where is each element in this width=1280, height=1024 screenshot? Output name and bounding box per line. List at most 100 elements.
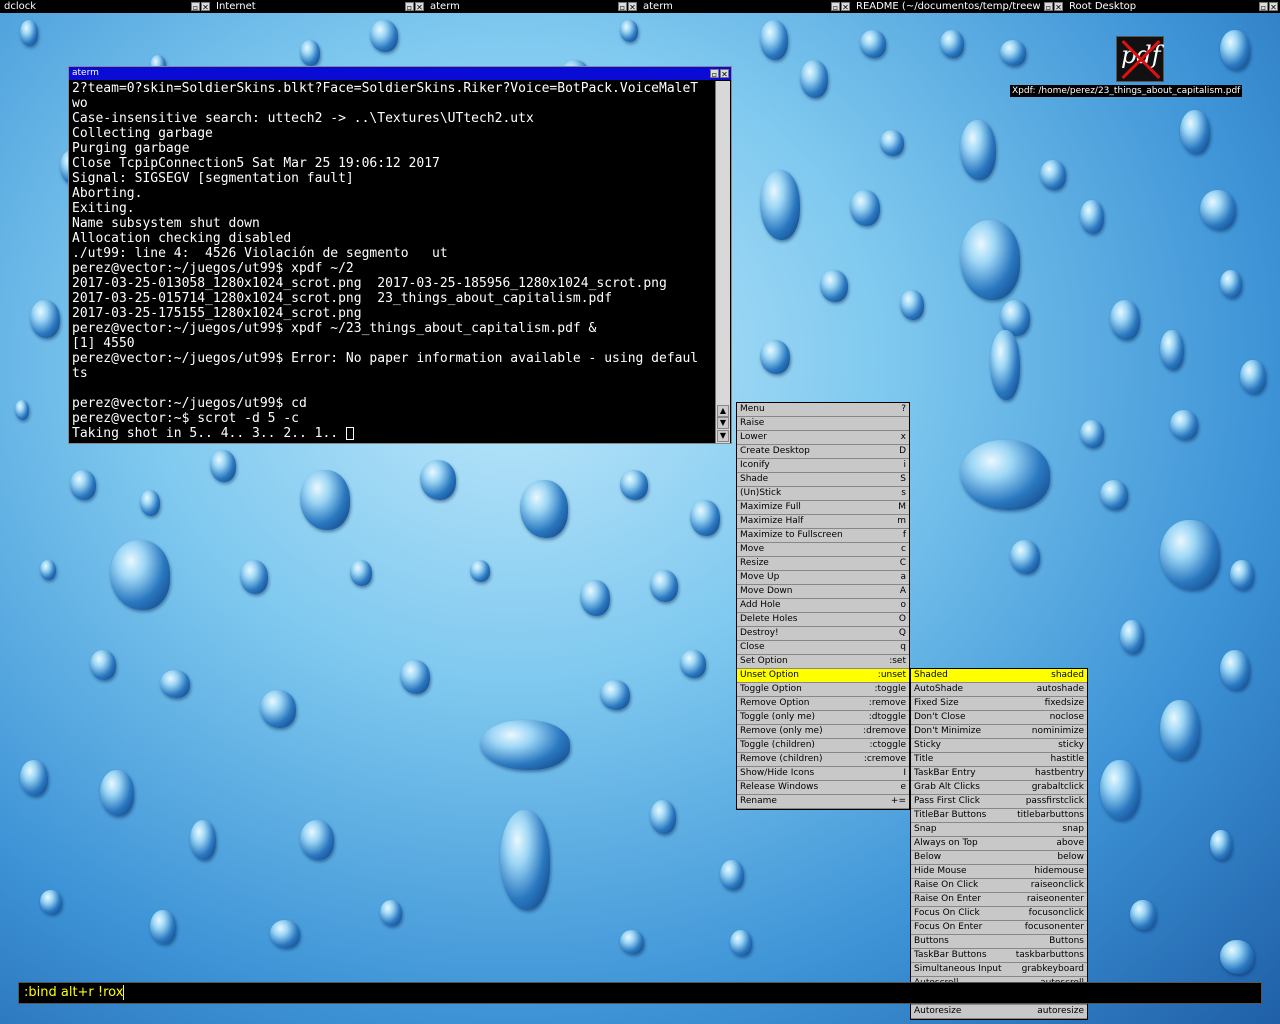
menu-item[interactable]: Release Windows e: [737, 781, 909, 795]
menu-item[interactable]: Toggle Option:toggle: [737, 683, 909, 697]
taskbar-item[interactable]: aterm ▫ ✕: [639, 0, 852, 13]
menu-item[interactable]: Snap snap: [911, 823, 1087, 837]
menu-item[interactable]: Move Up a: [737, 571, 909, 585]
menu-item[interactable]: Delete Holes O: [737, 613, 909, 627]
menu-item[interactable]: Remove (only me):dremove: [737, 725, 909, 739]
close-button[interactable]: ✕: [1054, 2, 1063, 12]
taskbar-item[interactable]: dclock ▫ ✕: [0, 0, 212, 13]
menu-item[interactable]: Pass First Click passfirstclick: [911, 795, 1087, 809]
minimize-button[interactable]: ▫: [1044, 2, 1053, 12]
menu-item[interactable]: Maximize Full M: [737, 501, 909, 515]
menu-item-label: Iconify: [740, 460, 770, 470]
menu-item-label: Toggle (only me): [740, 712, 816, 722]
menu-item[interactable]: Autoresize autoresize: [911, 1005, 1087, 1019]
terminal-titlebar[interactable]: aterm ▫ ✕: [69, 67, 731, 80]
menu-item[interactable]: Toggle (only me):dtoggle: [737, 711, 909, 725]
menu-item[interactable]: Close q: [737, 641, 909, 655]
menu-item[interactable]: Focus On Click focusonclick: [911, 907, 1087, 921]
close-button[interactable]: ✕: [720, 69, 729, 79]
menu-item[interactable]: Raise On Click raiseonclick: [911, 879, 1087, 893]
terminal-output[interactable]: 2?team=0?skin=SoldierSkins.blkt?Face=Sol…: [72, 81, 714, 443]
menu-item[interactable]: Toggle (children):ctoggle: [737, 739, 909, 753]
terminal-scrollbar[interactable]: ▲ ▼ ▼: [715, 81, 730, 443]
menu-item[interactable]: Fixed Size fixedsize: [911, 697, 1087, 711]
menu-item[interactable]: Don't Close noclose: [911, 711, 1087, 725]
menu-item[interactable]: Menu?: [737, 403, 909, 417]
command-input[interactable]: :bind alt+r !rox: [18, 982, 1262, 1004]
menu-item-label: Resize: [740, 558, 769, 568]
close-button[interactable]: ✕: [415, 2, 424, 12]
close-button[interactable]: ✕: [841, 2, 850, 12]
menu-item-shortcut: autoshade: [1036, 684, 1084, 694]
menu-item[interactable]: Unset Option:unset: [737, 669, 909, 683]
menu-item[interactable]: Add Hole o: [737, 599, 909, 613]
minimize-button[interactable]: ▫: [405, 2, 414, 12]
close-button[interactable]: ✕: [1269, 2, 1278, 12]
menu-item[interactable]: Shade S: [737, 473, 909, 487]
menu-item[interactable]: (Un)Stick s: [737, 487, 909, 501]
menu-item[interactable]: Resize C: [737, 557, 909, 571]
close-button[interactable]: ✕: [628, 2, 637, 12]
pdf-icon[interactable]: pdf: [1116, 36, 1164, 82]
terminal-line: Aborting.: [72, 186, 714, 201]
menu-item-label: Toggle Option: [740, 684, 802, 694]
close-button[interactable]: ✕: [201, 2, 210, 12]
minimize-button[interactable]: ▫: [710, 69, 719, 79]
scroll-up-icon[interactable]: ▲: [717, 405, 729, 417]
taskbar-item[interactable]: README (~/documentos/temp/treew ▫ ✕: [852, 0, 1065, 13]
terminal-line: ./ut99: line 4: 4526 Violación de segmen…: [72, 246, 714, 261]
menu-item[interactable]: Grab Alt Clicks grabaltclick: [911, 781, 1087, 795]
menu-item[interactable]: Shaded shaded: [911, 669, 1087, 683]
menu-item[interactable]: Maximize to Fullscreen f: [737, 529, 909, 543]
taskbar-item[interactable]: aterm ▫ ✕: [426, 0, 639, 13]
scroll-bottom-icon[interactable]: ▼: [717, 430, 729, 442]
menu-item-label: Always on Top: [914, 838, 978, 848]
minimize-button[interactable]: ▫: [1259, 2, 1268, 12]
menu-item[interactable]: Focus On Enter focusonenter: [911, 921, 1087, 935]
scroll-down-icon[interactable]: ▼: [717, 417, 729, 429]
menu-item[interactable]: Sticky sticky: [911, 739, 1087, 753]
menu-item[interactable]: Create Desktop D: [737, 445, 909, 459]
menu-item-label: Pass First Click: [914, 796, 981, 806]
minimize-button[interactable]: ▫: [831, 2, 840, 12]
terminal-line-text: 2017-03-25-013058_1280x1024_scrot.png 20…: [72, 276, 667, 291]
menu-item[interactable]: Show/Hide Icons I: [737, 767, 909, 781]
taskbar-item[interactable]: Internet ▫ ✕: [212, 0, 426, 13]
menu-item[interactable]: Buttons Buttons: [911, 935, 1087, 949]
menu-item[interactable]: Below below: [911, 851, 1087, 865]
menu-item[interactable]: Lower x: [737, 431, 909, 445]
menu-item[interactable]: Title hastitle: [911, 753, 1087, 767]
menu-item[interactable]: Move Down A: [737, 585, 909, 599]
pdf-icon-label[interactable]: Xpdf: /home/perez/23_things_about_capita…: [1010, 85, 1243, 97]
menu-item[interactable]: AutoShade autoshade: [911, 683, 1087, 697]
menu-item[interactable]: Simultaneous Input grabkeyboard: [911, 963, 1087, 977]
menu-item[interactable]: TaskBar Entry hastbentry: [911, 767, 1087, 781]
water-drop: [20, 20, 38, 46]
water-drop: [40, 890, 62, 914]
menu-item[interactable]: Destroy! Q: [737, 627, 909, 641]
terminal-window[interactable]: aterm ▫ ✕ 2?team=0?skin=SoldierSkins.blk…: [68, 66, 732, 444]
terminal-line-text: Taking shot in 5.. 4.. 3.. 2.. 1..: [72, 426, 346, 441]
menu-item[interactable]: Raise On Enter raiseonenter: [911, 893, 1087, 907]
menu-item[interactable]: Don't Minimize nominimize: [911, 725, 1087, 739]
menu-item[interactable]: Set Option:set: [737, 655, 909, 669]
menu-item[interactable]: Move c: [737, 543, 909, 557]
menu-item[interactable]: TaskBar Buttons taskbarbuttons: [911, 949, 1087, 963]
menu-item[interactable]: Always on Top above: [911, 837, 1087, 851]
menu-item[interactable]: Maximize Half m: [737, 515, 909, 529]
menu-item[interactable]: Iconify i: [737, 459, 909, 473]
menu-item[interactable]: TitleBar Buttons titlebarbuttons: [911, 809, 1087, 823]
minimize-button[interactable]: ▫: [618, 2, 627, 12]
menu-item[interactable]: Remove Option:remove: [737, 697, 909, 711]
minimize-button[interactable]: ▫: [191, 2, 200, 12]
water-drop: [690, 500, 720, 536]
menu-item[interactable]: Remove (children):cremove: [737, 753, 909, 767]
menu-item[interactable]: Rename +=: [737, 795, 909, 809]
menu-item-shortcut: o: [900, 600, 906, 610]
terminal-line-text: perez@vector:~/juegos/ut99$ xpdf ~/2: [72, 261, 354, 276]
menu-item[interactable]: Hide Mouse hidemouse: [911, 865, 1087, 879]
taskbar-item[interactable]: Root Desktop ▫ ✕: [1065, 0, 1280, 13]
menu-item[interactable]: Raise: [737, 417, 909, 431]
menu-item-shortcut: :cremove: [863, 754, 906, 764]
